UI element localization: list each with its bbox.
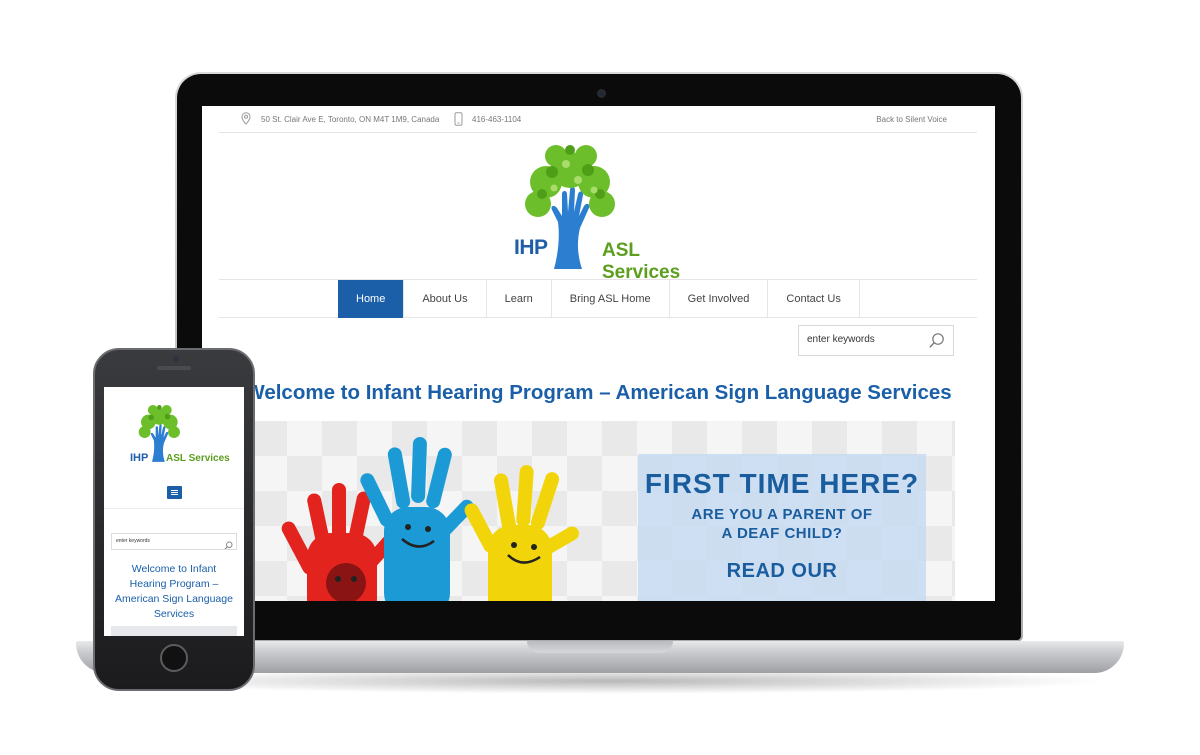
mobile-logo-asl-services-text: ASL Services [166,453,230,464]
address-text: 50 St. Clair Ave E, Toronto, ON M4T 1M9,… [261,115,440,124]
nav-items: Home About Us Learn Bring ASL Home Get I… [338,280,860,318]
mobile-screen: IHP ASL Services Welcome to Infant Heari… [104,387,244,636]
laptop-camera [597,89,606,98]
phone-number[interactable]: 416-463-1104 [472,115,521,124]
phone-home-button [160,644,188,672]
page-title: Welcome to Infant Hearing Program – Amer… [245,381,952,404]
nav-item-learn[interactable]: Learn [487,280,552,318]
hero-banner[interactable]: FIRST TIME HERE? ARE YOU A PARENT OF A D… [252,421,955,601]
promo-line-2: A DEAF CHILD? [721,525,843,542]
desktop-screen: 50 St. Clair Ave E, Toronto, ON M4T 1M9,… [202,106,995,601]
laptop-notch [527,641,673,653]
mobile-divider [104,508,244,509]
device-mockup: 50 St. Clair Ave E, Toronto, ON M4T 1M9,… [0,0,1200,755]
top-info-bar: 50 St. Clair Ave E, Toronto, ON M4T 1M9,… [219,106,977,133]
menu-icon[interactable] [167,486,182,499]
nav-item-get-involved[interactable]: Get Involved [670,280,769,318]
mobile-phone-icon [454,112,463,128]
search-box [798,325,954,356]
nav-item-bring-asl-home[interactable]: Bring ASL Home [552,280,670,318]
mobile-search-box [111,533,237,550]
back-to-silent-voice-link[interactable]: Back to Silent Voice [876,115,947,124]
promo-headline: FIRST TIME HERE? [644,468,920,499]
mobile-search-input[interactable] [116,538,216,544]
logo-asl-services-text: ASL Services [602,240,681,283]
site-logo[interactable]: IHP ASL Services [482,136,722,283]
logo-ihp-text: IHP [514,236,548,259]
promo-line-1: ARE YOU A PARENT OF [691,506,873,523]
mobile-page-title: Welcome to Infant Hearing Program – Amer… [115,563,233,620]
nav-item-contact-us[interactable]: Contact Us [768,280,860,318]
phone-speaker [157,366,191,370]
mobile-logo-ihp-text: IHP [130,452,149,464]
search-icon[interactable] [928,332,945,354]
search-input[interactable] [807,334,922,345]
promo-cta[interactable]: READ OUR [638,560,926,583]
nav-item-about-us[interactable]: About Us [404,280,487,318]
main-navigation: Home About Us Learn Bring ASL Home Get I… [219,279,977,318]
phone-camera [173,356,179,362]
painted-hands-image [281,437,579,601]
nav-item-home[interactable]: Home [338,280,405,318]
first-time-here-promo[interactable]: FIRST TIME HERE? ARE YOU A PARENT OF A D… [638,454,926,601]
map-pin-icon [241,112,251,127]
mobile-search-icon[interactable] [224,537,233,555]
mobile-hero-banner[interactable] [111,626,237,636]
